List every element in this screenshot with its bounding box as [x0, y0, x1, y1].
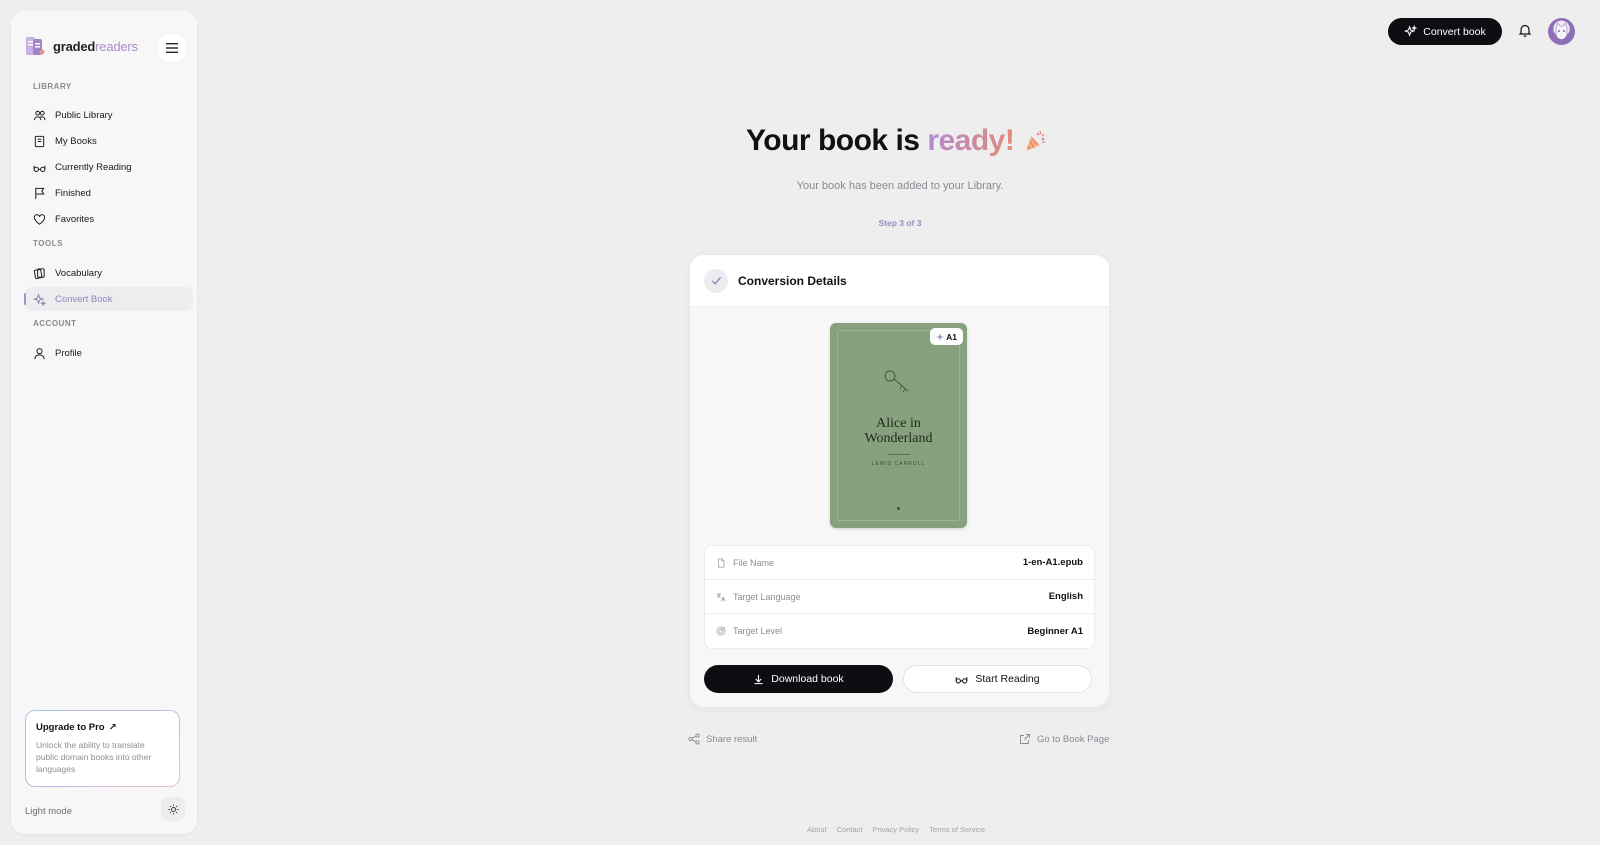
detail-label: Target Level [733, 626, 783, 636]
user-icon [34, 347, 45, 359]
cover-divider [888, 454, 910, 455]
section-label-account: ACCOUNT [33, 319, 77, 328]
share-result-label: Share result [706, 733, 758, 745]
user-avatar[interactable] [1548, 18, 1575, 45]
download-book-label: Download book [771, 673, 844, 685]
sidebar-item-convert-book[interactable]: Convert Book [24, 287, 193, 311]
sidebar-item-label: Public Library [55, 109, 113, 121]
section-label-library: LIBRARY [33, 82, 72, 91]
sidebar-item-currently-reading[interactable]: Currently Reading [25, 155, 193, 179]
go-to-book-page-link[interactable]: Go to Book Page [1019, 733, 1109, 745]
download-icon [754, 674, 763, 684]
sidebar: gradedreaders LIBRARY Public Library My … [11, 11, 197, 834]
cover-ornament [897, 507, 900, 510]
page-title: Your book is ready! [746, 124, 1048, 158]
go-to-book-page-label: Go to Book Page [1037, 733, 1110, 745]
upgrade-description: Unlock the ability to translate public d… [36, 740, 152, 774]
detail-row-file-name: File Name 1-en-A1.epub [705, 546, 1094, 580]
upgrade-title-text: Upgrade to Pro [36, 722, 105, 733]
avatar-cat-image [1555, 22, 1568, 40]
sidebar-item-label: Convert Book [55, 293, 113, 305]
title-ready-word: ready! [927, 124, 1015, 157]
cover-author: LEWIS CARROLL [871, 461, 926, 467]
sparkle-icon [936, 332, 945, 341]
sidebar-item-public-library[interactable]: Public Library [25, 103, 193, 127]
notifications-button[interactable] [1518, 23, 1534, 39]
glasses-icon [33, 165, 46, 172]
logo-text-graded: graded [53, 38, 96, 54]
glasses-icon [956, 676, 968, 683]
convert-book-label: Convert book [1423, 25, 1486, 38]
level-badge-text: A1 [946, 331, 957, 342]
page-subtitle: Your book has been added to your Library… [796, 180, 1004, 192]
detail-row-target-level: Target Level Beginner A1 [705, 614, 1094, 648]
logo-text-readers: readers [95, 38, 138, 54]
conversion-details-card: Conversion Details Alice in Wonderland L… [690, 255, 1109, 707]
detail-label: File Name [733, 557, 775, 568]
cover-title-line-2: Wonderland [864, 431, 933, 446]
target-icon [716, 626, 726, 636]
download-book-button[interactable]: Download book [704, 665, 893, 693]
detail-row-target-language: Target Language English [705, 580, 1094, 614]
translate-icon [716, 592, 726, 601]
party-popper-icon [1026, 130, 1046, 151]
book-icon [34, 135, 45, 147]
sparkles-icon [33, 292, 46, 306]
detail-label: Target Language [733, 591, 801, 602]
cover-title: Alice in Wonderland [830, 416, 967, 446]
sidebar-item-label: My Books [55, 135, 97, 147]
sidebar-item-label: Profile [55, 347, 82, 359]
section-label-tools: TOOLS [33, 239, 63, 248]
start-reading-label: Start Reading [975, 673, 1040, 685]
sidebar-item-label: Vocabulary [55, 267, 103, 279]
detail-value-level: Beginner A1 [1027, 625, 1083, 637]
sidebar-item-label: Currently Reading [55, 161, 132, 173]
external-link-icon [1020, 734, 1030, 744]
menu-toggle-button[interactable] [159, 35, 185, 61]
logo-icon [25, 35, 47, 57]
title-part-1: Your book is [746, 124, 920, 157]
footer-link-privacy[interactable]: Privacy Policy [872, 825, 919, 834]
app-logo[interactable]: gradedreaders [25, 35, 138, 57]
footer-link-contact[interactable]: Contact [837, 825, 863, 834]
users-icon [33, 110, 46, 120]
external-arrow-icon: ↗ [108, 722, 117, 733]
sidebar-item-profile[interactable]: Profile [25, 341, 193, 365]
bell-icon [1518, 24, 1532, 37]
upgrade-title: Upgrade to Pro ↗ [36, 722, 169, 733]
sparkles-icon [1404, 25, 1418, 37]
hamburger-icon [166, 43, 178, 53]
start-reading-button[interactable]: Start Reading [903, 665, 1092, 693]
detail-value-file-name: 1-en-A1.epub [1022, 557, 1083, 568]
book-cover[interactable]: Alice in Wonderland LEWIS CARROLL A1 [830, 323, 967, 528]
upgrade-to-pro-card[interactable]: Upgrade to Pro ↗ Unlock the ability to t… [25, 710, 180, 787]
key-icon [884, 370, 909, 393]
sidebar-item-vocabulary[interactable]: Vocabulary [25, 261, 193, 285]
cover-title-line-1: Alice in [876, 416, 921, 431]
light-mode-label: Light mode [25, 806, 73, 817]
card-title: Conversion Details [738, 273, 847, 288]
footer-link-about[interactable]: About [807, 825, 827, 834]
footer-links: About Contact Privacy Policy Terms of Se… [807, 825, 985, 834]
level-badge: A1 [930, 328, 963, 345]
share-icon [688, 733, 700, 745]
footer-link-terms[interactable]: Terms of Service [929, 825, 985, 834]
card-header: Conversion Details [690, 255, 1109, 307]
check-icon [711, 276, 721, 285]
vocabulary-cards-icon [33, 267, 45, 279]
check-badge [704, 268, 728, 293]
sidebar-item-my-books[interactable]: My Books [25, 129, 193, 153]
details-table: File Name 1-en-A1.epub Target Language E… [704, 545, 1095, 649]
theme-toggle-button[interactable] [161, 797, 185, 821]
share-result-link[interactable]: Share result [688, 733, 757, 745]
convert-book-button[interactable]: Convert book [1388, 18, 1502, 45]
file-icon [718, 557, 725, 568]
detail-value-language: English [1048, 591, 1083, 602]
sun-icon [167, 803, 179, 815]
page-title-text: Your book is ready! [746, 124, 1015, 158]
step-indicator: Step 3 of 3 [878, 218, 922, 228]
